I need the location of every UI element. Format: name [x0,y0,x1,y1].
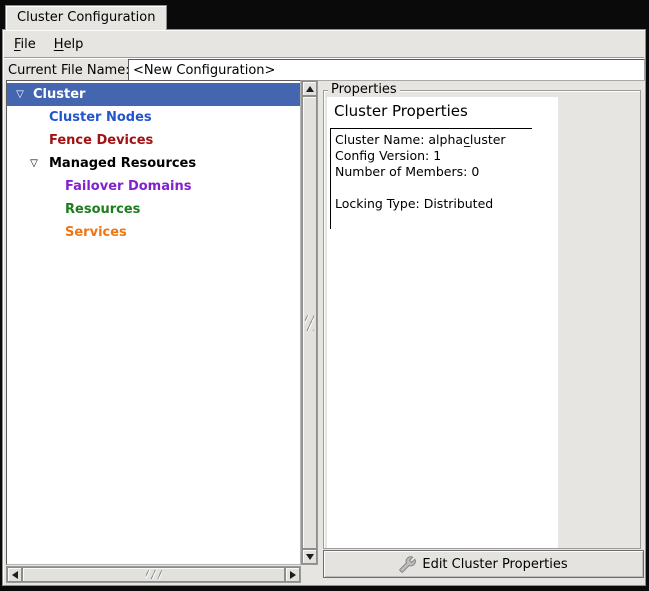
expander-open-icon[interactable]: ▽ [27,159,41,169]
thumb-grip-icon [146,570,162,579]
scroll-down-button[interactable] [302,549,317,564]
thumb-grip-icon [305,315,314,331]
vertical-scrollbar-thumb[interactable] [302,96,317,549]
menu-file[interactable]: File [5,34,45,55]
config-version-value: Config Version: 1 [335,148,532,164]
tree-horizontal-scrollbar[interactable] [6,566,301,583]
tree-label-fence-devices: Fence Devices [49,133,153,148]
arrow-down-icon [306,554,314,560]
tree-label-resources: Resources [65,202,140,217]
number-of-members-value: Number of Members: 0 [335,164,532,180]
notebook-tabstrip: Cluster Configuration [2,2,646,29]
tree-vertical-scrollbar[interactable] [301,80,318,565]
tree-row-fence-devices[interactable]: Fence Devices [7,129,300,152]
tree-label-managed-resources: Managed Resources [49,156,196,171]
current-file-name-input[interactable] [128,59,645,81]
tree-row-managed-resources[interactable]: ▽ Managed Resources [7,152,300,175]
arrow-up-icon [306,86,314,92]
tree-label-cluster: Cluster [33,87,85,102]
edit-cluster-properties-button[interactable]: Edit Cluster Properties [323,550,644,578]
tree-row-cluster[interactable]: ▽ Cluster [7,83,300,106]
arrow-right-icon [290,571,296,579]
horizontal-scrollbar-thumb[interactable] [22,567,285,582]
scroll-left-button[interactable] [7,567,22,582]
tree-row-cluster-nodes[interactable]: Cluster Nodes [7,106,300,129]
tree-row-resources[interactable]: Resources [7,198,300,221]
spacer [335,180,532,196]
menu-help[interactable]: Help [45,34,93,55]
tree-row-failover-domains[interactable]: Failover Domains [7,175,300,198]
edit-cluster-properties-label: Edit Cluster Properties [422,557,567,572]
cluster-tree: ▽ Cluster Cluster Nodes Fence Devices ▽ … [6,80,301,565]
tab-cluster-configuration[interactable]: Cluster Configuration [5,5,167,30]
tree-row-services[interactable]: Services [7,221,300,244]
app-window: Cluster Configuration File Help Current … [0,0,649,591]
locking-type-value: Locking Type: Distributed [335,196,532,212]
file-name-bar: Current File Name: [4,57,644,81]
cluster-name-value: Cluster Name: alphac̲luster [335,132,532,148]
properties-content: Cluster Properties Cluster Name: alphac̲… [327,97,558,548]
tree-label-services: Services [65,225,127,240]
cluster-properties-fields: Cluster Name: alphac̲luster Config Versi… [330,128,532,229]
notebook-page: File Help Current File Name: ▽ Cluster C… [2,29,646,586]
properties-panel: Properties Cluster Properties Cluster Na… [323,90,641,549]
menubar: File Help [5,32,643,56]
scroll-right-button[interactable] [285,567,300,582]
expander-open-icon[interactable]: ▽ [13,90,27,100]
scroll-up-button[interactable] [302,81,317,96]
properties-frame-label: Properties [328,82,400,97]
wrench-icon [399,556,416,573]
arrow-left-icon [12,571,18,579]
current-file-name-label: Current File Name: [8,63,130,78]
tree-label-failover-domains: Failover Domains [65,179,191,194]
cluster-properties-heading: Cluster Properties [334,102,558,120]
tree-label-cluster-nodes: Cluster Nodes [49,110,152,125]
